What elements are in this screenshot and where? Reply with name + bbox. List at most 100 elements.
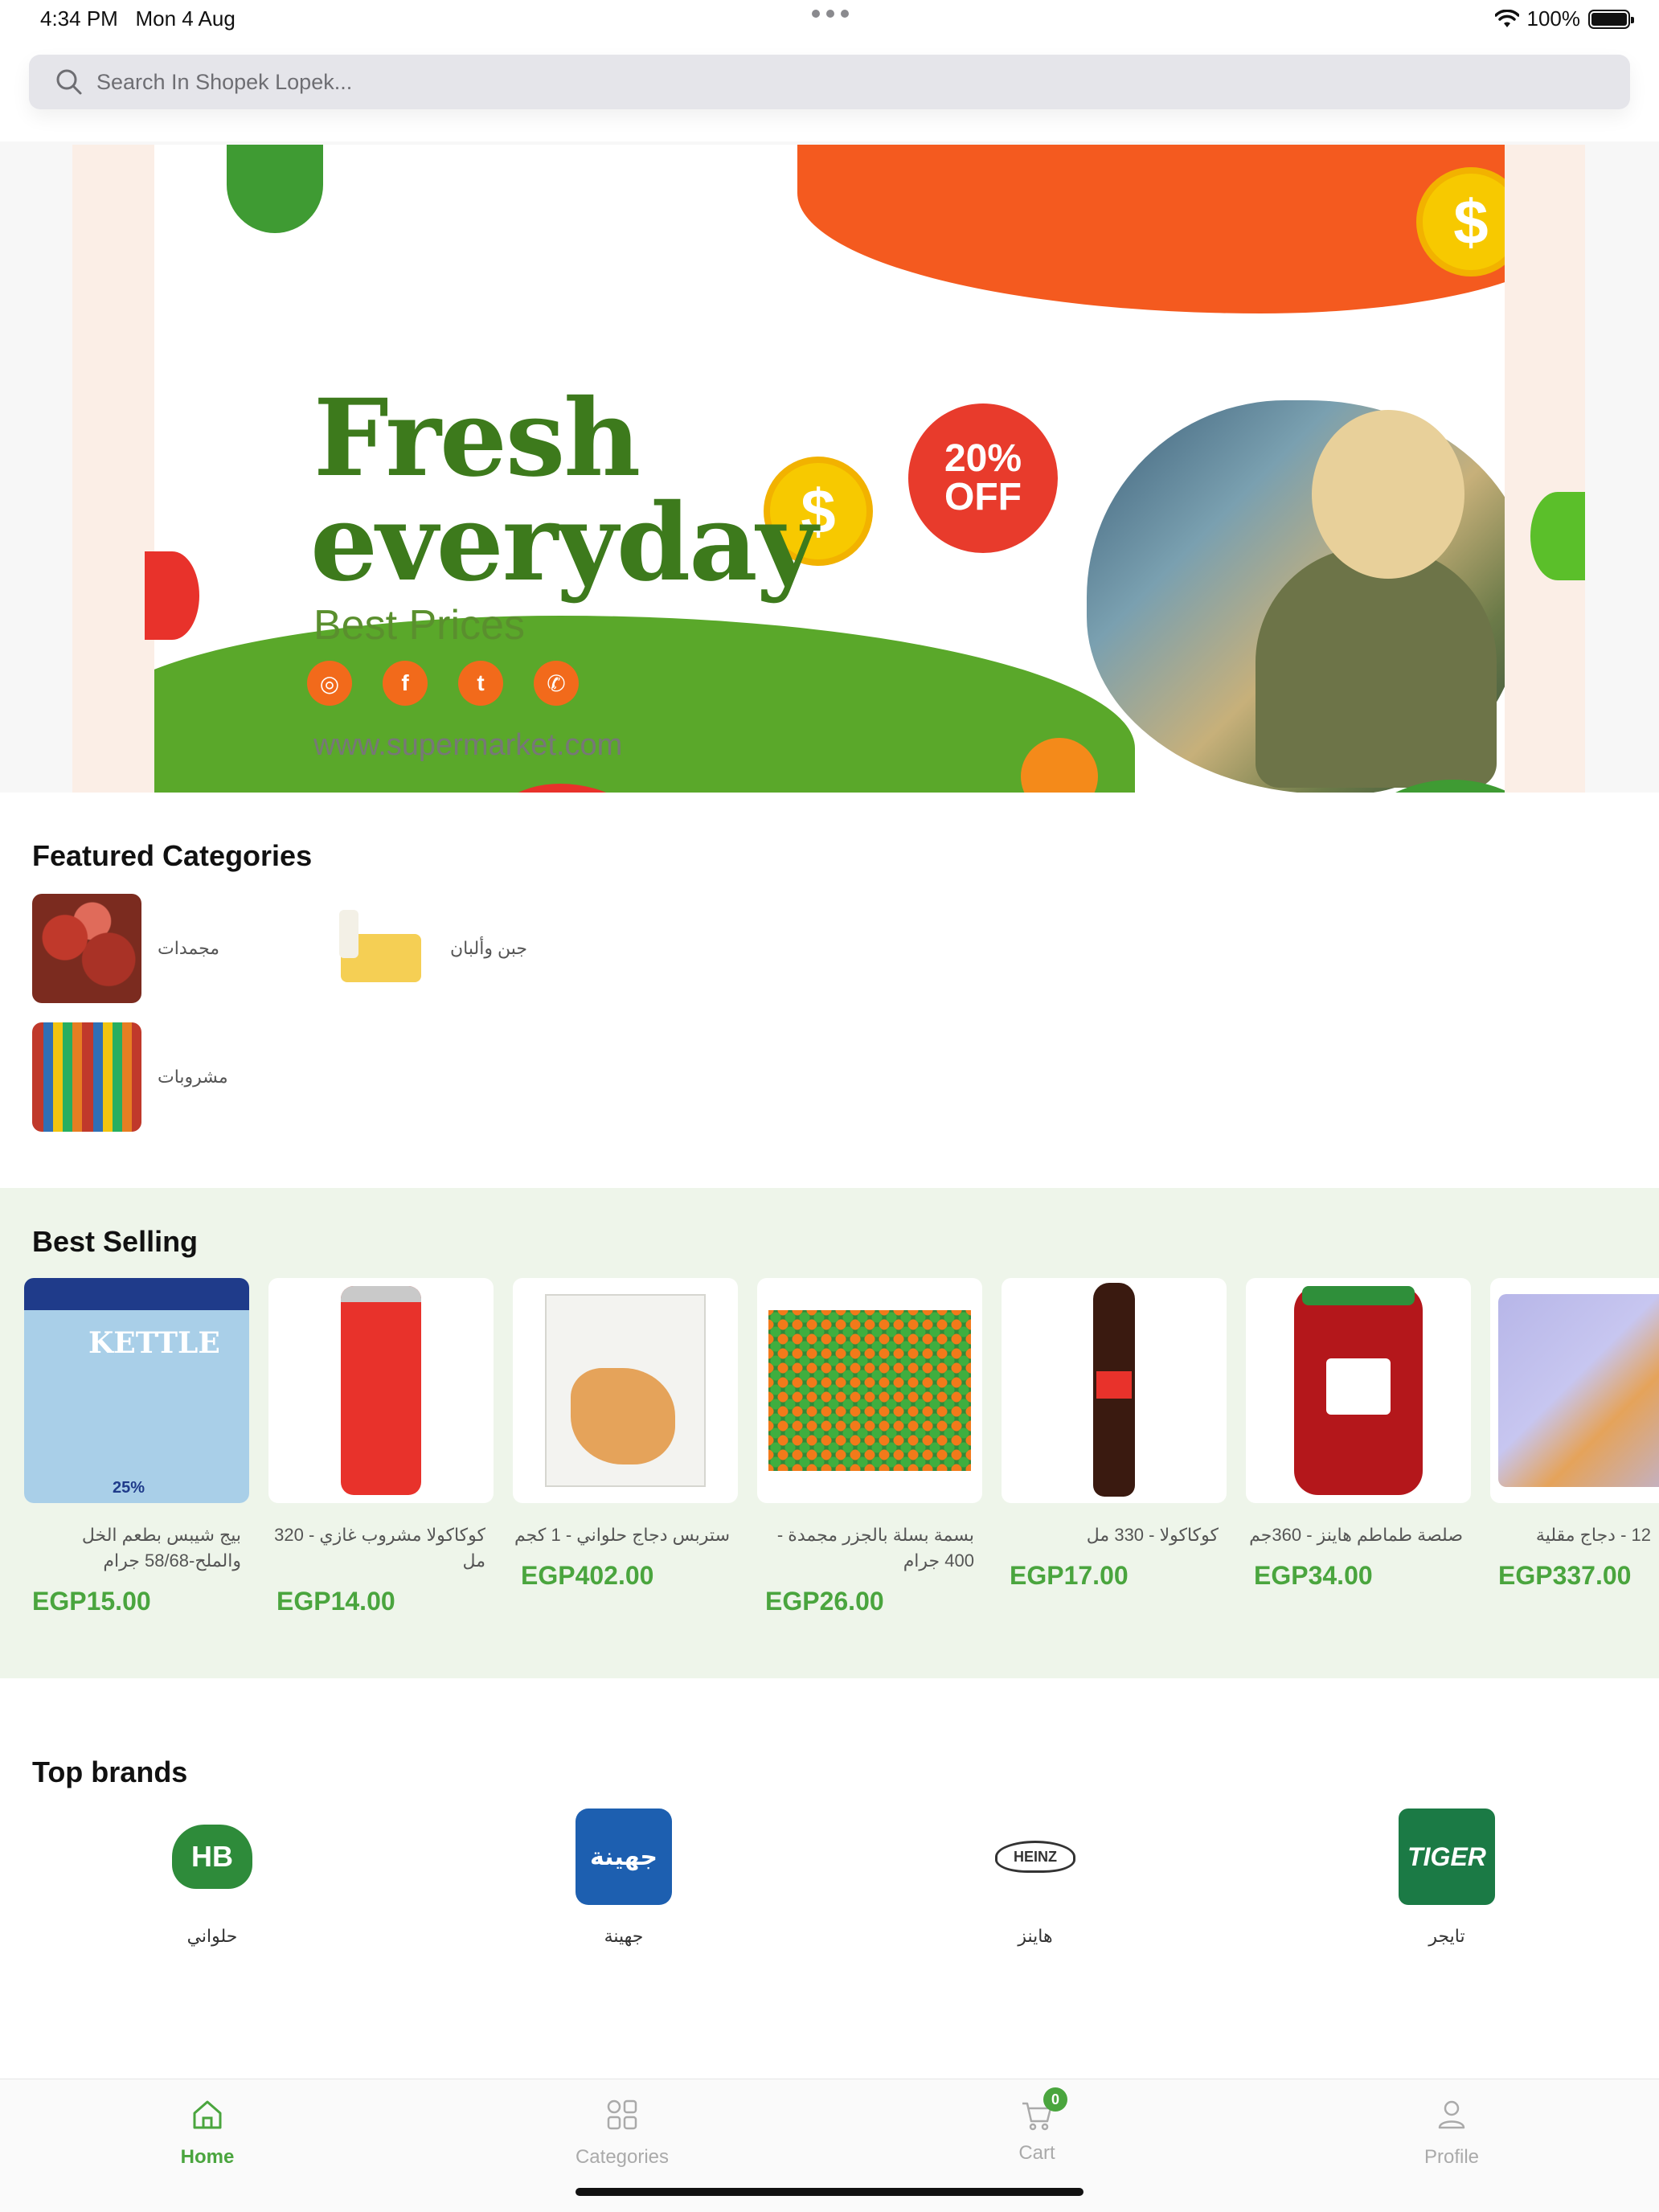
product-image (1246, 1278, 1471, 1503)
battery-icon (1588, 9, 1634, 29)
brand-name: تايجر (1428, 1926, 1465, 1946)
status-time-text: 4:34 PM (40, 6, 118, 31)
promo-banner[interactable]: 20% OFF $ $ Fresh everyday Best Prices ◎… (72, 145, 1585, 793)
category-label: جبن وألبان (450, 938, 528, 958)
multitasking-dots-icon[interactable] (812, 10, 849, 18)
green-apple-illustration (1530, 492, 1585, 580)
product-price: EGP34.00 (1254, 1561, 1373, 1590)
tab-label: Home (180, 2146, 235, 2168)
discount-percent: 20% (944, 437, 1022, 480)
product-card[interactable]: بسمة بسلة بالجزر مجمدة - 400 جرام EGP26.… (757, 1278, 982, 1616)
search-bar[interactable] (29, 55, 1630, 109)
brand-name: حلواني (186, 1926, 238, 1946)
product-card[interactable]: كوكاكولا - 330 مل EGP17.00 (1002, 1278, 1227, 1591)
tab-label: Profile (1423, 2146, 1480, 2168)
category-label: مجمدات (158, 938, 220, 958)
home-icon (193, 2100, 222, 2129)
product-price: EGP337.00 (1498, 1561, 1632, 1590)
banner-title-line2: everyday (310, 481, 817, 605)
product-image (268, 1278, 494, 1503)
cheese-dairy-image (325, 894, 434, 1003)
banner-title-line1: Fresh (313, 376, 641, 501)
search-icon (56, 69, 82, 95)
product-name: بسمة بسلة بالجزر مجمدة - 400 جرام (776, 1525, 974, 1571)
social-icons: ◎ f t ✆ (307, 661, 579, 706)
category-item-drinks[interactable]: مشروبات (32, 1022, 228, 1132)
battery-percent: 100% (1526, 6, 1581, 31)
home-indicator[interactable] (576, 2188, 1083, 2196)
discount-badge: 20% OFF (908, 403, 1058, 553)
juhayna-logo: جهينة (576, 1809, 672, 1905)
product-name: 12 - دجاج مقلية (1535, 1525, 1651, 1545)
tab-label: Cart (1018, 2142, 1055, 2164)
wifi-icon (1494, 9, 1519, 27)
tab-home[interactable]: Home (87, 2097, 328, 2169)
product-image: KETTLE 25% (24, 1278, 249, 1503)
product-card[interactable]: 12 - دجاج مقلية EGP337.00 (1490, 1278, 1659, 1591)
cart-count-badge: 0 (1043, 2087, 1067, 2112)
tab-profile[interactable]: Profile (1331, 2097, 1572, 2169)
cart-icon-wrapper: 0 (1019, 2087, 1067, 2132)
product-price: EGP15.00 (32, 1587, 151, 1616)
category-item-frozen[interactable]: مجمدات (32, 894, 219, 1003)
brand-item-halwani[interactable]: HB حلواني (124, 1809, 301, 1947)
tab-categories[interactable]: Categories (502, 2097, 743, 2169)
product-name: صلصة طماطم هاينز - 360جم (1249, 1525, 1463, 1545)
best-selling-title: Best Selling (32, 1225, 199, 1258)
brand-name: جهينة (604, 1926, 644, 1946)
status-time: 4:34 PM Mon 4 Aug (40, 6, 236, 31)
orange-wave-decoration (797, 145, 1505, 313)
shopper-body-shape (1256, 547, 1497, 788)
status-indicators: 100% (1494, 6, 1634, 31)
drinks-image (32, 1022, 141, 1132)
tab-label: Categories (575, 2146, 670, 2168)
brand-name: هاينز (1018, 1926, 1053, 1946)
featured-categories-title: Featured Categories (32, 839, 313, 872)
tab-cart[interactable]: 0 Cart (916, 2087, 1157, 2165)
apple-illustration (145, 551, 199, 640)
halwani-logo: HB (164, 1809, 260, 1905)
product-name: كوكاكولا - 330 مل (1086, 1525, 1219, 1545)
product-name: ستربس دجاج حلواني - 1 كجم (514, 1525, 730, 1545)
green-wave-decoration (154, 616, 1135, 793)
banner-subtitle: Best Prices (313, 602, 525, 649)
product-card[interactable]: صلصة طماطم هاينز - 360جم EGP34.00 (1246, 1278, 1471, 1591)
product-image (1490, 1278, 1659, 1503)
product-card[interactable]: ستربس دجاج حلواني - 1 كجم EGP402.00 (513, 1278, 738, 1591)
product-brand-text: KETTLE (88, 1326, 220, 1360)
product-name: كوكاكولا مشروب غازي - 320 مل (274, 1525, 485, 1571)
product-image (1002, 1278, 1227, 1503)
whatsapp-icon: ✆ (534, 661, 579, 706)
grid-icon (607, 2099, 637, 2130)
brand-item-tiger[interactable]: TIGER تايجر (1358, 1809, 1535, 1947)
profile-icon (1438, 2100, 1465, 2129)
product-card[interactable]: كوكاكولا مشروب غازي - 320 مل EGP14.00 (268, 1278, 494, 1616)
product-image (757, 1278, 982, 1503)
product-price: EGP402.00 (521, 1561, 654, 1590)
twitter-icon: t (458, 661, 503, 706)
product-price: EGP26.00 (765, 1587, 884, 1616)
product-image (513, 1278, 738, 1503)
brand-item-juhayna[interactable]: جهينة جهينة (535, 1809, 712, 1947)
meat-image (32, 894, 141, 1003)
banner-url: www.supermarket.com (313, 728, 623, 762)
brand-item-heinz[interactable]: HEINZ هاينز (947, 1809, 1124, 1947)
top-brands-title: Top brands (32, 1755, 188, 1788)
facebook-icon: f (383, 661, 428, 706)
instagram-icon: ◎ (307, 661, 352, 706)
status-bar: 4:34 PM Mon 4 Aug 100% (0, 0, 1659, 39)
heinz-logo: HEINZ (987, 1809, 1083, 1905)
product-card[interactable]: KETTLE 25% بيج شيبس بطعم الخل والملح-58/… (24, 1278, 249, 1616)
shopper-head-shape (1312, 410, 1464, 579)
tiger-logo: TIGER (1399, 1809, 1495, 1905)
leaf-decoration (227, 145, 323, 233)
status-date-text: Mon 4 Aug (135, 6, 236, 31)
search-input[interactable] (96, 69, 1543, 95)
product-price: EGP17.00 (1010, 1561, 1129, 1590)
category-label: مشروبات (158, 1067, 228, 1087)
product-price: EGP14.00 (276, 1587, 395, 1616)
product-badge-text: 25% (113, 1479, 145, 1497)
category-item-dairy[interactable]: جبن وألبان (325, 894, 527, 1003)
discount-off: OFF (944, 476, 1022, 518)
product-name: بيج شيبس بطعم الخل والملح-58/68 جرام (81, 1525, 241, 1571)
